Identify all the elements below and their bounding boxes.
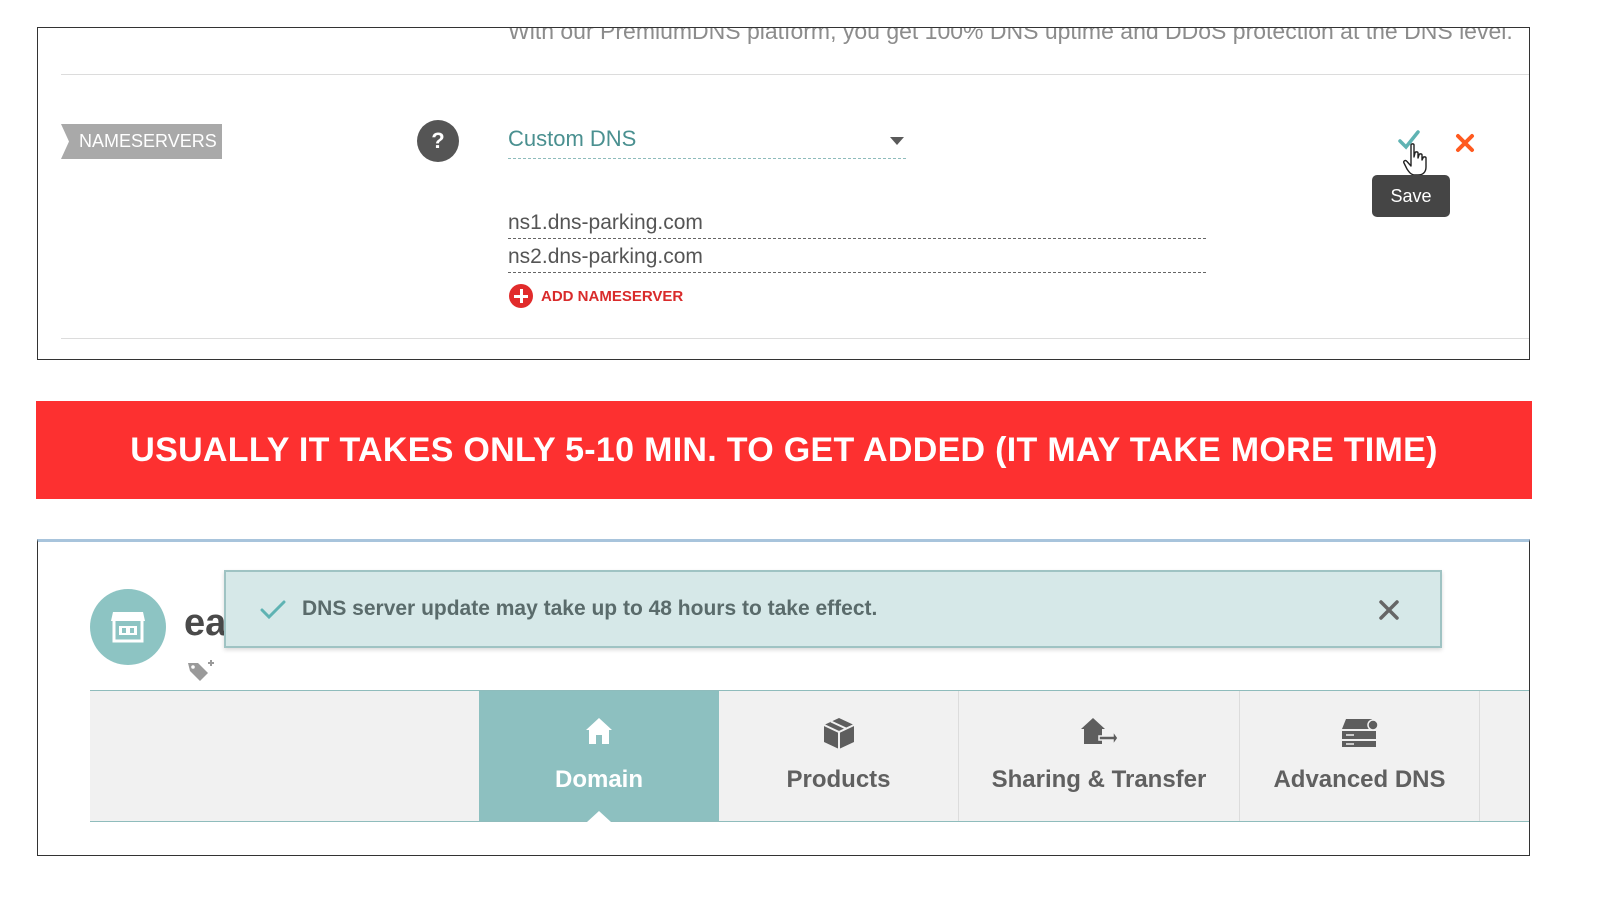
divider bbox=[61, 74, 1529, 75]
divider bbox=[61, 338, 1529, 339]
add-tag-icon[interactable] bbox=[186, 659, 216, 683]
info-banner: USUALLY IT TAKES ONLY 5-10 MIN. TO GET A… bbox=[36, 401, 1532, 499]
check-icon bbox=[260, 600, 286, 620]
cancel-close-icon[interactable] bbox=[1454, 132, 1476, 154]
store-icon bbox=[111, 612, 145, 643]
tab-advanced-dns[interactable]: Advanced DNS bbox=[1240, 691, 1480, 821]
premium-dns-text: With our PremiumDNS platform, you get 10… bbox=[508, 27, 1513, 44]
tab-products-label: Products bbox=[786, 766, 891, 793]
tab-sharing-transfer-label: Sharing & Transfer bbox=[991, 766, 1207, 793]
tab-products[interactable]: Products bbox=[719, 691, 959, 821]
dns-type-select[interactable]: Custom DNS bbox=[508, 124, 906, 159]
save-tooltip: Save bbox=[1372, 175, 1450, 217]
notification-text: DNS server update may take up to 48 hour… bbox=[302, 597, 878, 620]
dns-type-value: Custom DNS bbox=[508, 126, 637, 151]
tab-sharing-transfer[interactable]: Sharing & Transfer bbox=[959, 691, 1240, 821]
share-transfer-icon bbox=[1081, 718, 1119, 748]
domain-name: ea bbox=[184, 602, 227, 644]
nameserver-1-input[interactable]: ns1.dns-parking.com bbox=[508, 210, 1206, 239]
home-icon bbox=[586, 718, 612, 744]
box-icon bbox=[823, 718, 854, 749]
notification-bar: DNS server update may take up to 48 hour… bbox=[224, 570, 1442, 648]
domain-panel: ea DNS server update may take up to 48 h… bbox=[37, 539, 1530, 856]
add-circle-icon bbox=[509, 284, 533, 308]
help-icon[interactable]: ? bbox=[417, 120, 459, 162]
store-avatar bbox=[90, 589, 166, 665]
tab-advanced-dns-label: Advanced DNS bbox=[1273, 766, 1446, 793]
nameservers-panel: With our PremiumDNS platform, you get 10… bbox=[37, 27, 1530, 360]
chevron-down-icon bbox=[890, 137, 904, 145]
add-nameserver-label: ADD NAMESERVER bbox=[541, 287, 684, 305]
hand-cursor-icon bbox=[1403, 143, 1427, 176]
tab-domain-label: Domain bbox=[554, 766, 643, 793]
nameserver-2-input[interactable]: ns2.dns-parking.com bbox=[508, 244, 1206, 273]
close-icon[interactable] bbox=[1378, 599, 1400, 621]
server-icon bbox=[1341, 719, 1379, 747]
add-nameserver-button[interactable]: ADD NAMESERVER bbox=[509, 283, 683, 309]
domain-tabs: Domain Products Sharing & Transfer Advan… bbox=[90, 690, 1529, 822]
tab-domain[interactable]: Domain bbox=[479, 691, 719, 822]
nameservers-label: NAMESERVERS bbox=[61, 124, 222, 159]
